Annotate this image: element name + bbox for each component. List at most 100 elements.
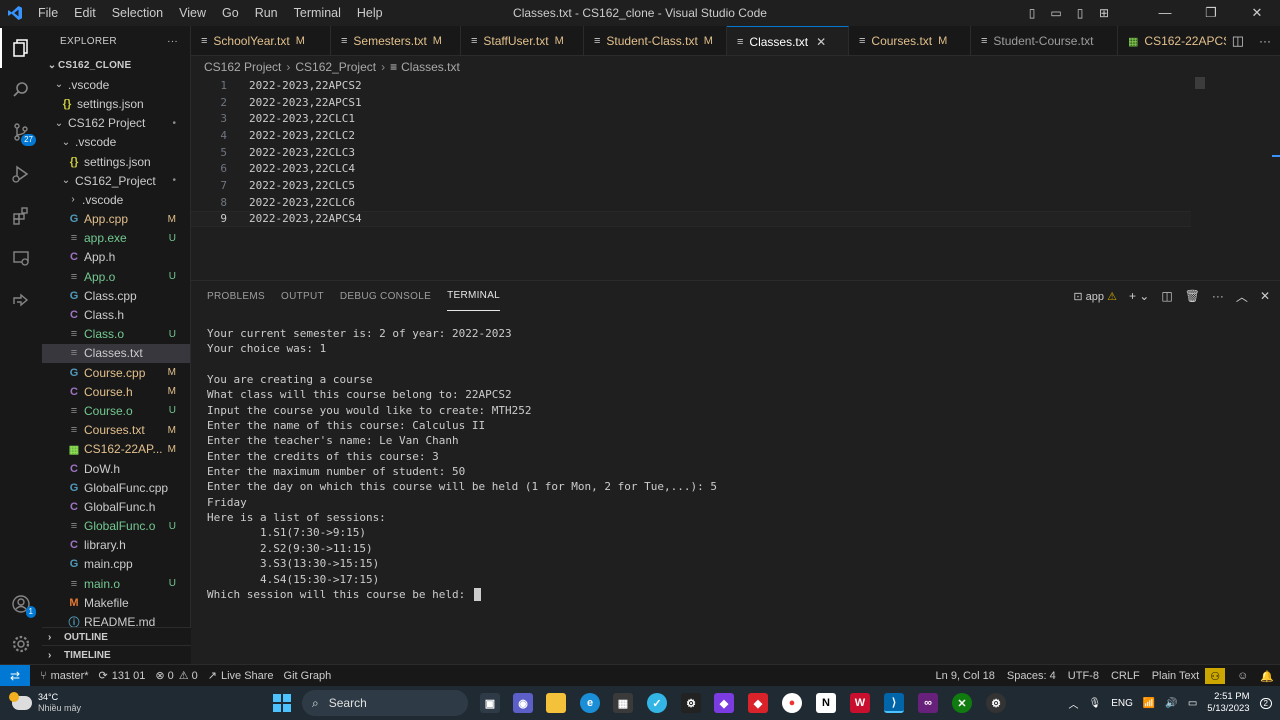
feedback-icon[interactable]: ☺	[1237, 670, 1248, 682]
breadcrumb-item[interactable]: Classes.txt	[401, 60, 460, 74]
weather-widget[interactable]: 34°C Nhiều mây	[9, 688, 81, 718]
menu-terminal[interactable]: Terminal	[286, 0, 349, 26]
code-line[interactable]: 9 2022-2023,22APCS4	[191, 210, 1191, 228]
menu-edit[interactable]: Edit	[66, 0, 104, 26]
kill-terminal-icon[interactable]: 🗑	[1185, 289, 1200, 303]
tree-item[interactable]: ≡ Class.o U	[42, 325, 190, 344]
extensions-icon[interactable]	[0, 196, 42, 236]
tab-debug-console[interactable]: DEBUG CONSOLE	[340, 281, 431, 311]
tree-item[interactable]: ⌄ .vscode	[42, 75, 190, 94]
outline-section[interactable]: › OUTLINE	[42, 627, 191, 646]
code-line[interactable]: 7 2022-2023,22CLC5	[191, 177, 1191, 194]
editor-tab[interactable]: ≡ Student-Class.txt M	[584, 26, 727, 55]
workspace-root[interactable]: ⌄ CS162_CLONE	[42, 56, 190, 75]
tree-item[interactable]: {} settings.json	[42, 94, 190, 113]
tree-item[interactable]: C App.h	[42, 248, 190, 267]
vscode-taskbar-icon[interactable]: ⟩	[884, 693, 904, 713]
tab-problems[interactable]: PROBLEMS	[207, 281, 265, 311]
clock[interactable]: 2:51 PM 5/13/2023	[1207, 691, 1249, 715]
editor-tab[interactable]: ▦ CS162-22APCS2.c	[1118, 26, 1247, 55]
tree-item[interactable]: G GlobalFunc.cpp	[42, 478, 190, 497]
notifications-icon[interactable]: 🔔	[1260, 670, 1274, 683]
tree-item[interactable]: M Makefile	[42, 593, 190, 612]
windows-start-icon[interactable]	[272, 693, 292, 713]
terminal-prompt-line[interactable]: Which session will this course be held:	[207, 587, 1267, 602]
visual-studio-icon[interactable]: ∞	[918, 693, 938, 713]
breadcrumb-item[interactable]: CS162_Project	[295, 60, 376, 74]
file-explorer-icon[interactable]	[546, 693, 566, 713]
tree-item[interactable]: G Course.cpp M	[42, 363, 190, 382]
explorer-icon[interactable]	[0, 28, 42, 68]
xbox-icon[interactable]: ✕	[952, 693, 972, 713]
tree-item[interactable]: ≡ Classes.txt	[42, 343, 190, 363]
tree-item[interactable]: ≡ Courses.txt M	[42, 421, 190, 440]
tree-item[interactable]: C DoW.h	[42, 459, 190, 478]
tree-item[interactable]: C Course.h M	[42, 382, 190, 401]
code-line[interactable]: 4 2022-2023,22CLC2	[191, 127, 1191, 144]
anydesk-icon[interactable]: ◆	[748, 693, 768, 713]
task-view-icon[interactable]: ▣	[480, 693, 500, 713]
tree-item[interactable]: G Class.cpp	[42, 286, 190, 305]
menu-file[interactable]: File	[30, 0, 66, 26]
code-line[interactable]: 2 2022-2023,22APCS1	[191, 94, 1191, 111]
menu-view[interactable]: View	[171, 0, 214, 26]
tree-item[interactable]: ⌄ CS162 Project •	[42, 114, 190, 133]
sync-status[interactable]: ⟳ 131 01	[99, 669, 146, 683]
input-language[interactable]: ENG	[1111, 698, 1133, 709]
tab-terminal[interactable]: TERMINAL	[447, 281, 501, 311]
more-actions-icon[interactable]: ···	[1212, 289, 1224, 303]
tree-item[interactable]: ≡ app.exe U	[42, 229, 190, 248]
edge-icon[interactable]: e	[580, 693, 600, 713]
editor-area[interactable]: 1 2022-2023,22APCS2 2 2022-2023,22APCS1 3 202…	[191, 77, 1280, 280]
notion-icon[interactable]: N	[816, 693, 836, 713]
minimize-icon[interactable]: —	[1142, 5, 1188, 21]
menu-selection[interactable]: Selection	[104, 0, 171, 26]
remote-explorer-icon[interactable]	[0, 238, 42, 278]
close-window-icon[interactable]: ✕	[1234, 5, 1280, 21]
menu-help[interactable]: Help	[349, 0, 391, 26]
breadcrumb-item[interactable]: CS162 Project	[204, 60, 281, 74]
more-actions-icon[interactable]: ···	[1250, 26, 1280, 55]
chat-icon[interactable]: ◉	[513, 693, 533, 713]
toggle-panel-icon[interactable]: ▭	[1044, 6, 1068, 20]
git-graph-status[interactable]: Git Graph	[284, 670, 332, 682]
more-actions-icon[interactable]: ···	[167, 36, 178, 47]
store-icon[interactable]: ▦	[613, 693, 633, 713]
split-terminal-icon[interactable]: ◫	[1161, 289, 1172, 303]
new-terminal-icon[interactable]: + ⌄	[1129, 289, 1149, 303]
editor-tab[interactable]: ≡ Student-Course.txt	[971, 26, 1118, 55]
code-line[interactable]: 6 2022-2023,22CLC4	[191, 161, 1191, 178]
cursor-position[interactable]: Ln 9, Col 18	[936, 670, 995, 682]
encoding[interactable]: UTF-8	[1068, 670, 1099, 682]
code-line[interactable]: 8 2022-2023,22CLC6	[191, 194, 1191, 211]
tree-item[interactable]: ≡ Course.o U	[42, 401, 190, 420]
tree-item[interactable]: G App.cpp M	[42, 210, 190, 229]
copilot-icon[interactable]: ⚇	[1205, 668, 1226, 684]
tree-item[interactable]: Clibrary.h	[42, 536, 190, 555]
word-icon[interactable]: W	[850, 693, 870, 713]
maximize-panel-icon[interactable]: ︿	[1236, 288, 1248, 305]
code-line[interactable]: 3 2022-2023,22CLC1	[191, 110, 1191, 127]
close-panel-icon[interactable]: ✕	[1260, 289, 1270, 303]
remote-indicator[interactable]: ⇄	[0, 664, 30, 687]
tree-item[interactable]: C GlobalFunc.h	[42, 497, 190, 516]
battery-icon[interactable]: ▭	[1188, 698, 1197, 709]
notification-center-icon[interactable]: 2	[1259, 697, 1272, 709]
chrome-icon[interactable]: ●	[782, 693, 802, 713]
editor-tab[interactable]: ≡ Courses.txt M	[849, 26, 971, 55]
timeline-section[interactable]: › TIMELINE	[42, 645, 191, 664]
branch-status[interactable]: ⑂ master*	[40, 670, 89, 682]
obsidian-icon[interactable]: ◆	[714, 693, 734, 713]
tree-item[interactable]: ▦ CS162-22AP... M	[42, 440, 190, 459]
tree-item[interactable]: {} settings.json	[42, 152, 190, 171]
editor-tab[interactable]: ≡ SchoolYear.txt M	[191, 26, 331, 55]
menu-go[interactable]: Go	[214, 0, 247, 26]
tree-item[interactable]: ⌄ CS162_Project •	[42, 171, 190, 190]
toggle-sidebar-icon[interactable]: ▯	[1020, 6, 1044, 20]
editor-tab[interactable]: ≡ Classes.txt ✕	[727, 26, 849, 55]
tree-item[interactable]: C Class.h	[42, 305, 190, 324]
source-control-icon[interactable]: 27	[0, 112, 42, 152]
live-share-icon[interactable]	[0, 280, 42, 320]
toggle-secondary-sidebar-icon[interactable]: ▯	[1068, 6, 1092, 20]
language-mode[interactable]: Plain Text	[1152, 670, 1200, 682]
